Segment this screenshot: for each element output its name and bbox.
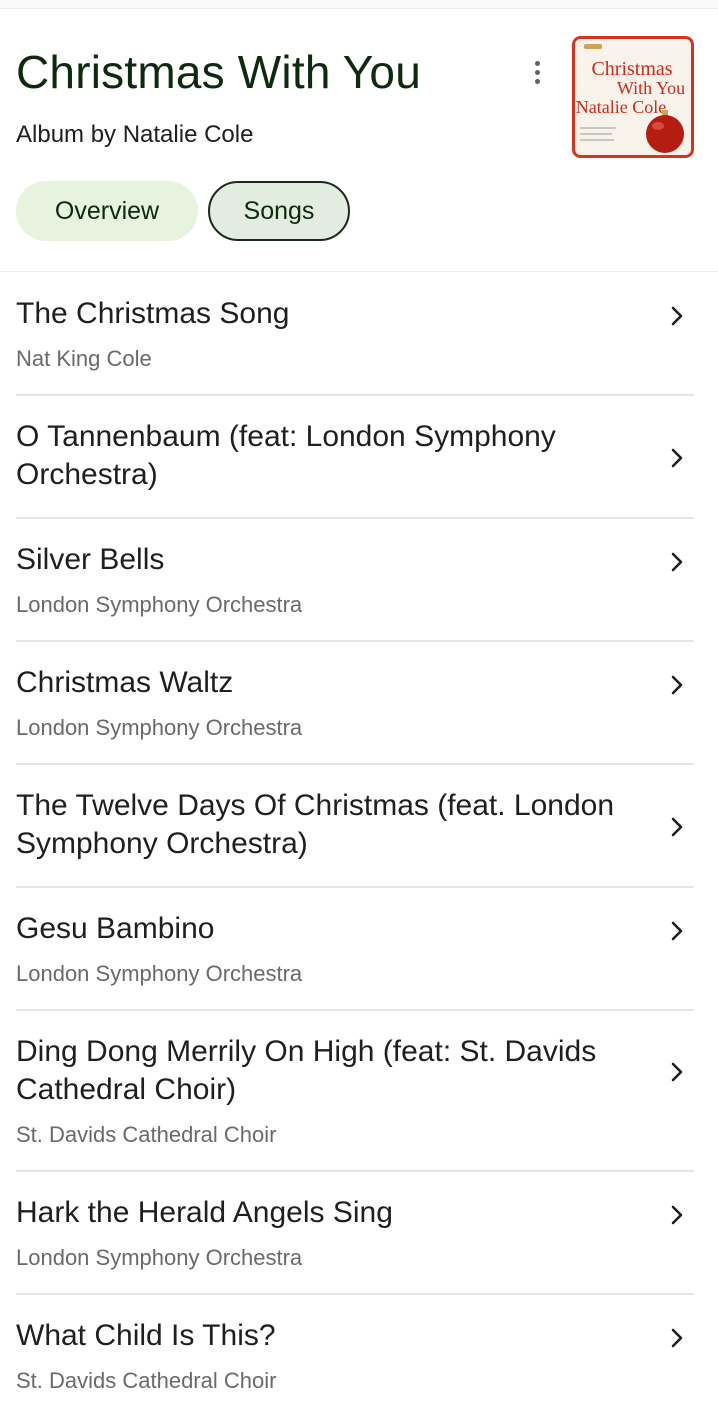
- song-artist: London Symphony Orchestra: [16, 1245, 303, 1270]
- song-title: What Child Is This?: [16, 1319, 276, 1352]
- song-text: O Tannenbaum (feat: London Symphony Orch…: [16, 418, 636, 494]
- more-vert-icon[interactable]: [524, 54, 550, 90]
- song-text: The Christmas Song Nat King Cole: [16, 295, 636, 373]
- song-text: Christmas Waltz London Symphony Orchestr…: [16, 664, 636, 742]
- album-cover-art: Christmas With You Natalie Cole: [572, 36, 694, 158]
- song-row[interactable]: The Twelve Days Of Christmas (feat. Lond…: [16, 765, 694, 888]
- chevron-right-icon: [671, 675, 683, 695]
- song-artist: London Symphony Orchestra: [16, 961, 303, 986]
- song-title: The Christmas Song: [16, 297, 290, 330]
- song-row[interactable]: Hark the Herald Angels Sing London Symph…: [16, 1172, 694, 1295]
- song-row[interactable]: Christmas Waltz London Symphony Orchestr…: [16, 642, 694, 765]
- song-title: Ding Dong Merrily On High (feat: St. Dav…: [16, 1035, 597, 1106]
- chevron-right-icon: [671, 921, 683, 941]
- tab-songs[interactable]: Songs: [208, 181, 350, 241]
- cover-line-2: With You: [617, 78, 685, 98]
- song-text: What Child Is This? St. Davids Cathedral…: [16, 1317, 636, 1395]
- song-text: The Twelve Days Of Christmas (feat. Lond…: [16, 787, 636, 863]
- song-row[interactable]: The Christmas Song Nat King Cole: [16, 272, 694, 396]
- song-text: Silver Bells London Symphony Orchestra: [16, 541, 636, 619]
- song-title: Christmas Waltz: [16, 666, 234, 699]
- chevron-right-icon: [671, 817, 683, 837]
- dot: [534, 69, 540, 75]
- song-title: Gesu Bambino: [16, 912, 215, 945]
- top-strip: [0, 0, 718, 9]
- album-header: Christmas With You Album by Natalie Cole…: [16, 36, 702, 166]
- song-title: Silver Bells: [16, 543, 165, 576]
- chevron-right-icon: [671, 306, 683, 326]
- album-title: Christmas With You: [16, 46, 421, 98]
- song-artist: Nat King Cole: [16, 346, 152, 371]
- album-subtitle: Album by Natalie Cole: [16, 121, 254, 148]
- song-artist: London Symphony Orchestra: [16, 715, 303, 740]
- cover-line-1: Christmas: [591, 58, 672, 80]
- chevron-right-icon: [671, 1328, 683, 1348]
- song-text: Hark the Herald Angels Sing London Symph…: [16, 1194, 636, 1272]
- song-artist: London Symphony Orchestra: [16, 592, 303, 617]
- cover-line-3: Natalie Cole: [576, 97, 666, 117]
- chevron-right-icon: [671, 448, 683, 468]
- song-title: The Twelve Days Of Christmas (feat. Lond…: [16, 789, 615, 860]
- album-cover[interactable]: Christmas With You Natalie Cole: [572, 36, 694, 158]
- song-title: Hark the Herald Angels Sing: [16, 1196, 393, 1229]
- chevron-right-icon: [671, 1205, 683, 1225]
- song-row[interactable]: Gesu Bambino London Symphony Orchestra: [16, 888, 694, 1011]
- song-text: Gesu Bambino London Symphony Orchestra: [16, 910, 636, 988]
- song-text: Ding Dong Merrily On High (feat: St. Dav…: [16, 1033, 636, 1149]
- chevron-right-icon: [671, 552, 683, 572]
- song-row[interactable]: O Tannenbaum (feat: London Symphony Orch…: [16, 396, 694, 519]
- song-row[interactable]: Silver Bells London Symphony Orchestra: [16, 519, 694, 642]
- song-artist: St. Davids Cathedral Choir: [16, 1122, 277, 1147]
- song-title: O Tannenbaum (feat: London Symphony Orch…: [16, 420, 556, 491]
- song-row[interactable]: Ding Dong Merrily On High (feat: St. Dav…: [16, 1011, 694, 1172]
- dot: [534, 60, 540, 66]
- song-artist: St. Davids Cathedral Choir: [16, 1368, 277, 1393]
- chevron-right-icon: [671, 1062, 683, 1082]
- song-row[interactable]: What Child Is This? St. Davids Cathedral…: [16, 1295, 694, 1411]
- dot: [534, 78, 540, 84]
- tab-overview[interactable]: Overview: [16, 181, 198, 241]
- song-list: The Christmas Song Nat King Cole O Tanne…: [16, 272, 694, 1411]
